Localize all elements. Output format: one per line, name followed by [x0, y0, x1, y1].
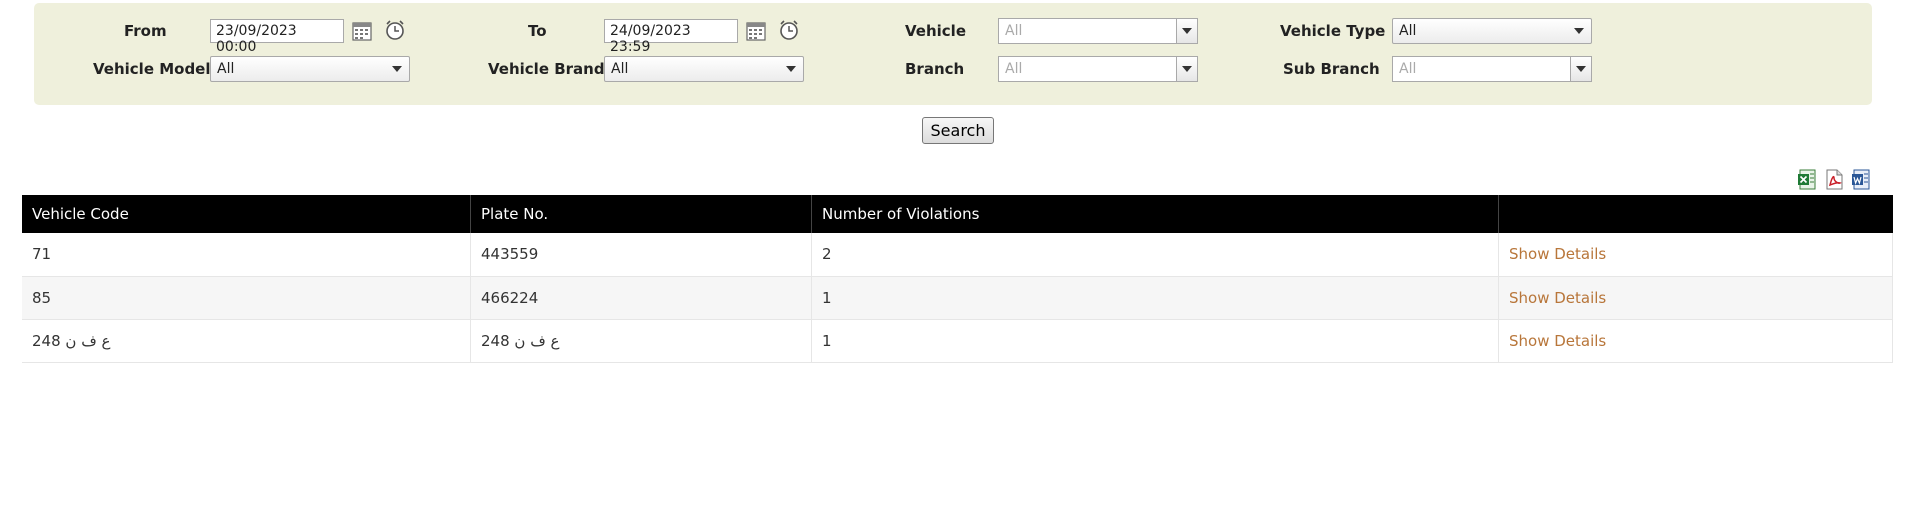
cell-vehicle-code: 71	[22, 233, 471, 277]
table-row: 71 443559 2 Show Details	[22, 233, 1893, 277]
chevron-down-icon	[1182, 66, 1192, 72]
cell-vehicle-code: ع ف ن 248	[22, 319, 471, 363]
to-label: To	[528, 22, 547, 40]
branch-label: Branch	[905, 60, 965, 78]
calendar-icon[interactable]	[351, 20, 373, 42]
show-details-link[interactable]: Show Details	[1509, 245, 1606, 263]
clock-icon[interactable]	[778, 19, 800, 41]
cell-actions: Show Details	[1498, 233, 1893, 277]
column-header-vehicle-code[interactable]: Vehicle Code	[22, 195, 471, 233]
cell-plate-no: 443559	[470, 233, 812, 277]
vehicle-combo[interactable]: All	[998, 18, 1198, 44]
vehicle-type-value: All	[1399, 23, 1417, 39]
vehicle-brand-value: All	[611, 61, 629, 77]
cell-violations: 1	[811, 319, 1499, 363]
cell-actions: Show Details	[1498, 319, 1893, 363]
vehicle-model-label: Vehicle Model	[93, 60, 211, 78]
vehicle-type-label: Vehicle Type	[1280, 22, 1386, 40]
column-header-violations[interactable]: Number of Violations	[811, 195, 1499, 233]
to-date-input[interactable]: 24/09/2023 23:59	[604, 19, 738, 55]
cell-vehicle-code: 85	[22, 276, 471, 320]
cell-plate-no: ع ف ن 248	[470, 319, 812, 363]
results-table: Vehicle Code Plate No. Number of Violati…	[22, 195, 1893, 363]
chevron-down-icon	[1576, 66, 1586, 72]
from-label: From	[124, 22, 167, 40]
calendar-icon[interactable]	[745, 20, 767, 42]
cell-violations: 2	[811, 233, 1499, 277]
vehicle-type-select[interactable]: All	[1392, 18, 1592, 44]
cell-actions: Show Details	[1498, 276, 1893, 320]
vehicle-combo-value: All	[1005, 23, 1023, 39]
vehicle-label: Vehicle	[905, 22, 966, 40]
branch-combo[interactable]: All	[998, 56, 1198, 82]
table-row: 85 466224 1 Show Details	[22, 276, 1893, 320]
pdf-export-icon[interactable]	[1824, 169, 1844, 190]
cell-plate-no: 466224	[470, 276, 812, 320]
search-button[interactable]: Search	[922, 117, 994, 144]
sub-branch-dropdown-button[interactable]	[1570, 57, 1591, 81]
vehicle-model-select[interactable]: All	[210, 56, 410, 82]
table-header-row: Vehicle Code Plate No. Number of Violati…	[22, 195, 1893, 233]
sub-branch-combo[interactable]: All	[1392, 56, 1592, 82]
cell-violations: 1	[811, 276, 1499, 320]
column-header-actions	[1498, 195, 1893, 233]
table-row: ع ف ن 248 ع ف ن 248 1 Show Details	[22, 319, 1893, 363]
sub-branch-label: Sub Branch	[1283, 60, 1380, 78]
excel-export-icon[interactable]	[1797, 169, 1817, 190]
show-details-link[interactable]: Show Details	[1509, 289, 1606, 307]
chevron-down-icon	[392, 66, 402, 72]
sub-branch-combo-value: All	[1399, 61, 1417, 77]
vehicle-dropdown-button[interactable]	[1176, 19, 1197, 43]
from-date-input[interactable]: 23/09/2023 00:00	[210, 19, 344, 55]
vehicle-model-value: All	[217, 61, 235, 77]
word-export-icon[interactable]	[1851, 169, 1871, 190]
chevron-down-icon	[1574, 28, 1584, 34]
vehicle-brand-label: Vehicle Brand	[488, 60, 605, 78]
chevron-down-icon	[1182, 28, 1192, 34]
vehicle-brand-select[interactable]: All	[604, 56, 804, 82]
clock-icon[interactable]	[384, 19, 406, 41]
branch-dropdown-button[interactable]	[1176, 57, 1197, 81]
branch-combo-value: All	[1005, 61, 1023, 77]
column-header-plate-no[interactable]: Plate No.	[470, 195, 812, 233]
chevron-down-icon	[786, 66, 796, 72]
show-details-link[interactable]: Show Details	[1509, 332, 1606, 350]
